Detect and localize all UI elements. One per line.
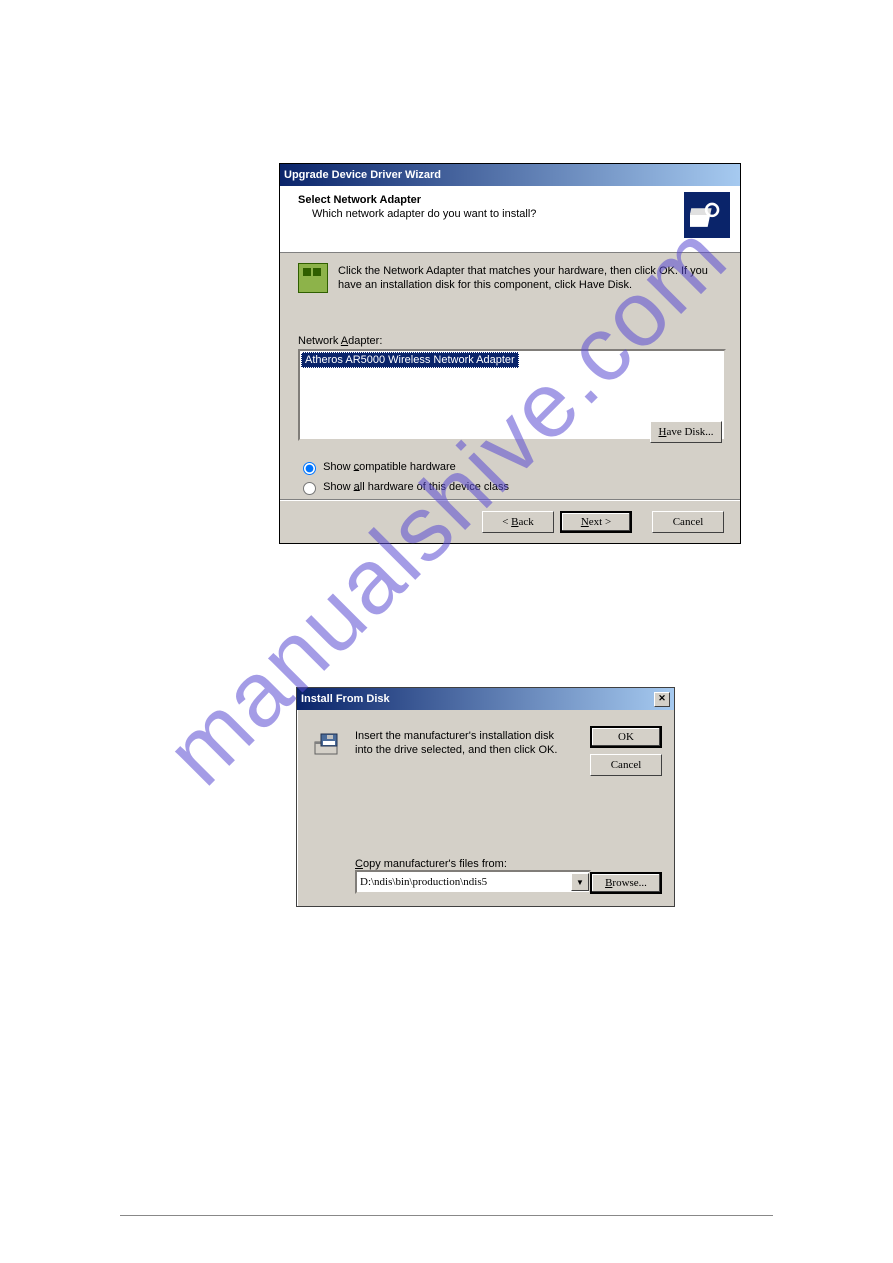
label-part: dapter:	[348, 335, 382, 347]
back-button[interactable]: < Back	[482, 511, 554, 533]
label-part: <	[502, 516, 511, 528]
next-button[interactable]: Next >	[560, 511, 632, 533]
files-from-path-input[interactable]	[357, 876, 571, 888]
label-part: ll hardware of this device class	[360, 480, 509, 492]
show-all-radio-input[interactable]	[303, 482, 316, 495]
label-part: Show	[323, 480, 354, 492]
floppy-disk-icon	[313, 732, 343, 758]
install-from-disk-dialog: Install From Disk ✕ Insert the manufactu…	[296, 687, 675, 907]
label-part: ext >	[589, 516, 611, 528]
label-accel: N	[581, 516, 589, 528]
disk-dialog-title: Install From Disk	[301, 693, 390, 705]
label-part: Network	[298, 335, 341, 347]
wizard-header-title: Select Network Adapter	[298, 194, 730, 206]
cancel-button[interactable]: Cancel	[652, 511, 724, 533]
disk-dialog-titlebar[interactable]: Install From Disk ✕	[297, 688, 674, 710]
adapter-list-label: Network Adapter:	[298, 335, 722, 347]
wizard-footer: < Back Next > Cancel	[280, 500, 740, 543]
label-part: ompatible hardware	[359, 460, 456, 472]
label-part: ave Disk...	[666, 426, 713, 438]
show-compatible-radio-input[interactable]	[303, 462, 316, 475]
wizard-titlebar[interactable]: Upgrade Device Driver Wizard	[280, 164, 740, 186]
disk-dialog-button-column: OK Cancel	[590, 726, 662, 776]
copy-files-from-label: Copy manufacturer's files from:	[355, 858, 507, 870]
wizard-header-subtitle: Which network adapter do you want to ins…	[312, 208, 730, 220]
upgrade-driver-wizard-dialog: Upgrade Device Driver Wizard Select Netw…	[279, 163, 741, 544]
browse-button[interactable]: Browse...	[590, 872, 662, 894]
show-compatible-radio[interactable]: Show compatible hardware	[298, 459, 722, 475]
disk-instruction-text: Insert the manufacturer's installation d…	[355, 730, 565, 758]
files-from-combobox[interactable]: ▼	[355, 870, 591, 894]
wizard-header: Select Network Adapter Which network ada…	[280, 186, 740, 253]
hardware-filter-radios: Show compatible hardware Show all hardwa…	[298, 459, 722, 495]
network-adapter-icon	[298, 263, 328, 293]
label-part: opy manufacturer's files from:	[363, 858, 507, 870]
close-icon[interactable]: ✕	[654, 692, 670, 707]
ok-button[interactable]: OK	[590, 726, 662, 748]
show-all-radio[interactable]: Show all hardware of this device class	[298, 479, 722, 495]
cancel-button[interactable]: Cancel	[590, 754, 662, 776]
list-item[interactable]: Atheros AR5000 Wireless Network Adapter	[301, 352, 519, 368]
wizard-body: Click the Network Adapter that matches y…	[280, 253, 740, 513]
label-part: Show	[323, 460, 354, 472]
chevron-down-icon[interactable]: ▼	[571, 873, 589, 891]
wizard-header-icon	[684, 192, 730, 238]
wizard-instruction-text: Click the Network Adapter that matches y…	[338, 263, 722, 293]
label-part: ack	[519, 516, 534, 528]
wizard-title: Upgrade Device Driver Wizard	[284, 169, 441, 181]
label-accel: C	[355, 858, 363, 870]
have-disk-button[interactable]: Have Disk...	[650, 421, 722, 443]
page-footer-rule	[120, 1215, 773, 1216]
label-accel: B	[511, 516, 518, 528]
label-part: rowse...	[612, 877, 647, 889]
disk-dialog-body: Insert the manufacturer's installation d…	[297, 710, 674, 914]
